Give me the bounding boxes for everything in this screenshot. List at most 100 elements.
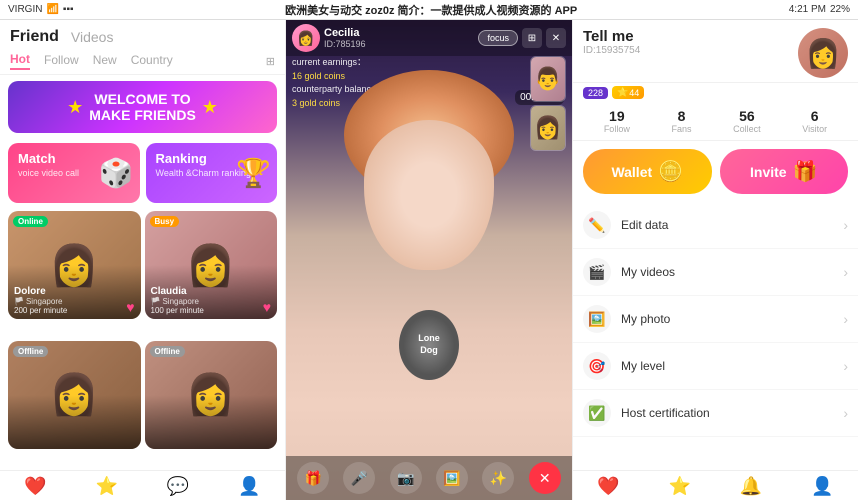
nav-star-right[interactable]: ⭐ bbox=[669, 476, 691, 497]
carrier-label: VIRGIN bbox=[8, 4, 42, 15]
tab-country[interactable]: Country bbox=[131, 53, 173, 69]
nav-heart-left[interactable]: ❤️ bbox=[24, 476, 46, 497]
menu-icon-4: ✅ bbox=[583, 399, 611, 427]
user-card-0[interactable]: 👩 Online Dolore 🏳️Singapore 200 per minu… bbox=[8, 211, 141, 319]
heart-btn-0[interactable]: ♥ bbox=[126, 299, 134, 315]
tab-filter[interactable]: ⊞ bbox=[266, 55, 275, 68]
stat-collect: 56 Collect bbox=[733, 108, 761, 134]
nav-bell-right[interactable]: 🔔 bbox=[740, 476, 762, 497]
menu-item-1[interactable]: 🎬 My videos › bbox=[573, 249, 858, 296]
camera-button[interactable]: 📷 bbox=[390, 462, 422, 494]
gift-button[interactable]: 🎁 bbox=[297, 462, 329, 494]
mic-button[interactable]: 🎤 bbox=[343, 462, 375, 494]
battery-label: 22% bbox=[830, 4, 850, 15]
end-call-button[interactable]: ✕ bbox=[529, 462, 561, 494]
heart-btn-1[interactable]: ♥ bbox=[263, 299, 271, 315]
mid-ctrl-1[interactable]: ⊞ bbox=[522, 28, 542, 48]
content-area: Friend Videos Hot Follow New Country ⊞ ★… bbox=[0, 20, 858, 500]
right-title: Tell me bbox=[583, 28, 798, 45]
wallet-button[interactable]: Wallet 🪙 bbox=[583, 149, 712, 194]
menu-icon-3: 🎯 bbox=[583, 352, 611, 380]
middle-panel: Lone Dog 👩 Cecilia ID:785196 focus ⊞ ✕ c… bbox=[286, 20, 572, 500]
stat-visitor: 6 Visitor bbox=[802, 108, 827, 134]
right-badges: 228 ⭐ 44 bbox=[583, 86, 848, 99]
user-price-0: 200 per minute bbox=[14, 306, 67, 315]
small-avatar-1[interactable]: 👨 bbox=[530, 56, 566, 102]
nav-heart-right[interactable]: ❤️ bbox=[597, 476, 619, 497]
invite-label: Invite bbox=[750, 164, 787, 180]
action-buttons: Wallet 🪙 Invite 🎁 bbox=[573, 141, 858, 202]
match-icon: 🎲 bbox=[99, 157, 134, 190]
tab-bar: Hot Follow New Country ⊞ bbox=[0, 50, 285, 75]
user-card-3[interactable]: 👩 Offline bbox=[145, 341, 278, 449]
welcome-text: WELCOME TOMAKE FRIENDS bbox=[89, 91, 196, 123]
status-badge-0: Online bbox=[13, 216, 48, 227]
bottom-nav-right: ❤️ ⭐ 🔔 👤 bbox=[573, 470, 858, 500]
menu-icon-0: ✏️ bbox=[583, 211, 611, 239]
wifi-icon: 📶 bbox=[46, 4, 58, 15]
tab-new[interactable]: New bbox=[93, 53, 117, 69]
photo-button[interactable]: 🖼️ bbox=[436, 462, 468, 494]
wallet-icon: 🪙 bbox=[658, 159, 683, 184]
user-card-1[interactable]: 👩 Busy Claudia 🏳️Singapore 100 per minut… bbox=[145, 211, 278, 319]
chevron-icon-4: › bbox=[843, 405, 848, 421]
mid-bottom-bar: 🎁 🎤 📷 🖼️ ✨ ✕ bbox=[286, 456, 572, 500]
earnings-label: current earnings： bbox=[292, 56, 385, 70]
stat-collect-num: 56 bbox=[733, 108, 761, 124]
status-badge-2: Offline bbox=[13, 346, 48, 357]
mid-controls: ⊞ ✕ bbox=[522, 28, 566, 48]
chevron-icon-0: › bbox=[843, 217, 848, 233]
menu-item-4[interactable]: ✅ Host certification › bbox=[573, 390, 858, 437]
stat-fans-num: 8 bbox=[671, 108, 691, 124]
logo-text: Lone Dog bbox=[418, 333, 440, 356]
match-card[interactable]: Match voice video call 🎲 bbox=[8, 143, 140, 203]
effects-button[interactable]: ✨ bbox=[482, 462, 514, 494]
menu-label-0: Edit data bbox=[621, 218, 843, 232]
nav-profile-right[interactable]: 👤 bbox=[811, 476, 833, 497]
signal-icon: ▪▪▪ bbox=[63, 4, 74, 15]
user-location-0: 🏳️Singapore bbox=[14, 297, 67, 306]
gold-coins-2: 3 gold coins bbox=[292, 98, 340, 108]
menu-item-3[interactable]: 🎯 My level › bbox=[573, 343, 858, 390]
mid-avatar: 👩 bbox=[292, 24, 320, 52]
stat-collect-label: Collect bbox=[733, 124, 761, 134]
right-top: Tell me ID:15935754 👩 bbox=[573, 20, 858, 83]
nav-chat-left[interactable]: 💬 bbox=[167, 476, 189, 497]
menu-label-4: Host certification bbox=[621, 406, 843, 420]
chevron-icon-1: › bbox=[843, 264, 848, 280]
gold-coins-1: 16 gold coins bbox=[292, 71, 345, 81]
stat-visitor-num: 6 bbox=[802, 108, 827, 124]
mid-focus-button[interactable]: focus bbox=[478, 30, 518, 46]
menu-item-0[interactable]: ✏️ Edit data › bbox=[573, 202, 858, 249]
menu-item-2[interactable]: 🖼️ My photo › bbox=[573, 296, 858, 343]
stat-fans-label: Fans bbox=[671, 124, 691, 134]
videos-title: Videos bbox=[71, 29, 114, 45]
invite-button[interactable]: Invite 🎁 bbox=[720, 149, 849, 194]
time-label: 4:21 PM bbox=[789, 4, 826, 15]
menu-icon-1: 🎬 bbox=[583, 258, 611, 286]
stats-row: 19 Follow 8 Fans 56 Collect 6 Visitor bbox=[573, 102, 858, 141]
user-card-2[interactable]: 👩 Offline bbox=[8, 341, 141, 449]
user-grid: 👩 Online Dolore 🏳️Singapore 200 per minu… bbox=[8, 211, 277, 466]
mid-ctrl-2[interactable]: ✕ bbox=[546, 28, 566, 48]
stat-visitor-label: Visitor bbox=[802, 124, 827, 134]
tab-hot[interactable]: Hot bbox=[10, 52, 30, 70]
small-avatar-2[interactable]: 👩 bbox=[530, 105, 566, 151]
status-badge-3: Offline bbox=[150, 346, 185, 357]
user-name-1: Claudia bbox=[151, 286, 204, 297]
mid-name-block: Cecilia ID:785196 bbox=[324, 27, 366, 49]
friend-title: Friend bbox=[10, 28, 59, 46]
right-header-text: Tell me ID:15935754 bbox=[583, 28, 798, 56]
right-avatar: 👩 bbox=[798, 28, 848, 78]
nav-profile-left[interactable]: 👤 bbox=[238, 476, 260, 497]
tab-follow[interactable]: Follow bbox=[44, 53, 79, 69]
welcome-banner: ★ WELCOME TOMAKE FRIENDS ★ bbox=[8, 81, 277, 133]
ranking-card[interactable]: Ranking Wealth &Charm ranking 🏆 bbox=[146, 143, 278, 203]
menu-icon-2: 🖼️ bbox=[583, 305, 611, 333]
nav-star-left[interactable]: ⭐ bbox=[96, 476, 118, 497]
top-bar-left: VIRGIN 📶 ▪▪▪ bbox=[8, 4, 74, 15]
stat-follow-num: 19 bbox=[604, 108, 630, 124]
menu-list: ✏️ Edit data › 🎬 My videos › 🖼️ My photo… bbox=[573, 202, 858, 470]
feature-cards: Match voice video call 🎲 Ranking Wealth … bbox=[8, 143, 277, 203]
left-header: Friend Videos bbox=[0, 20, 285, 50]
